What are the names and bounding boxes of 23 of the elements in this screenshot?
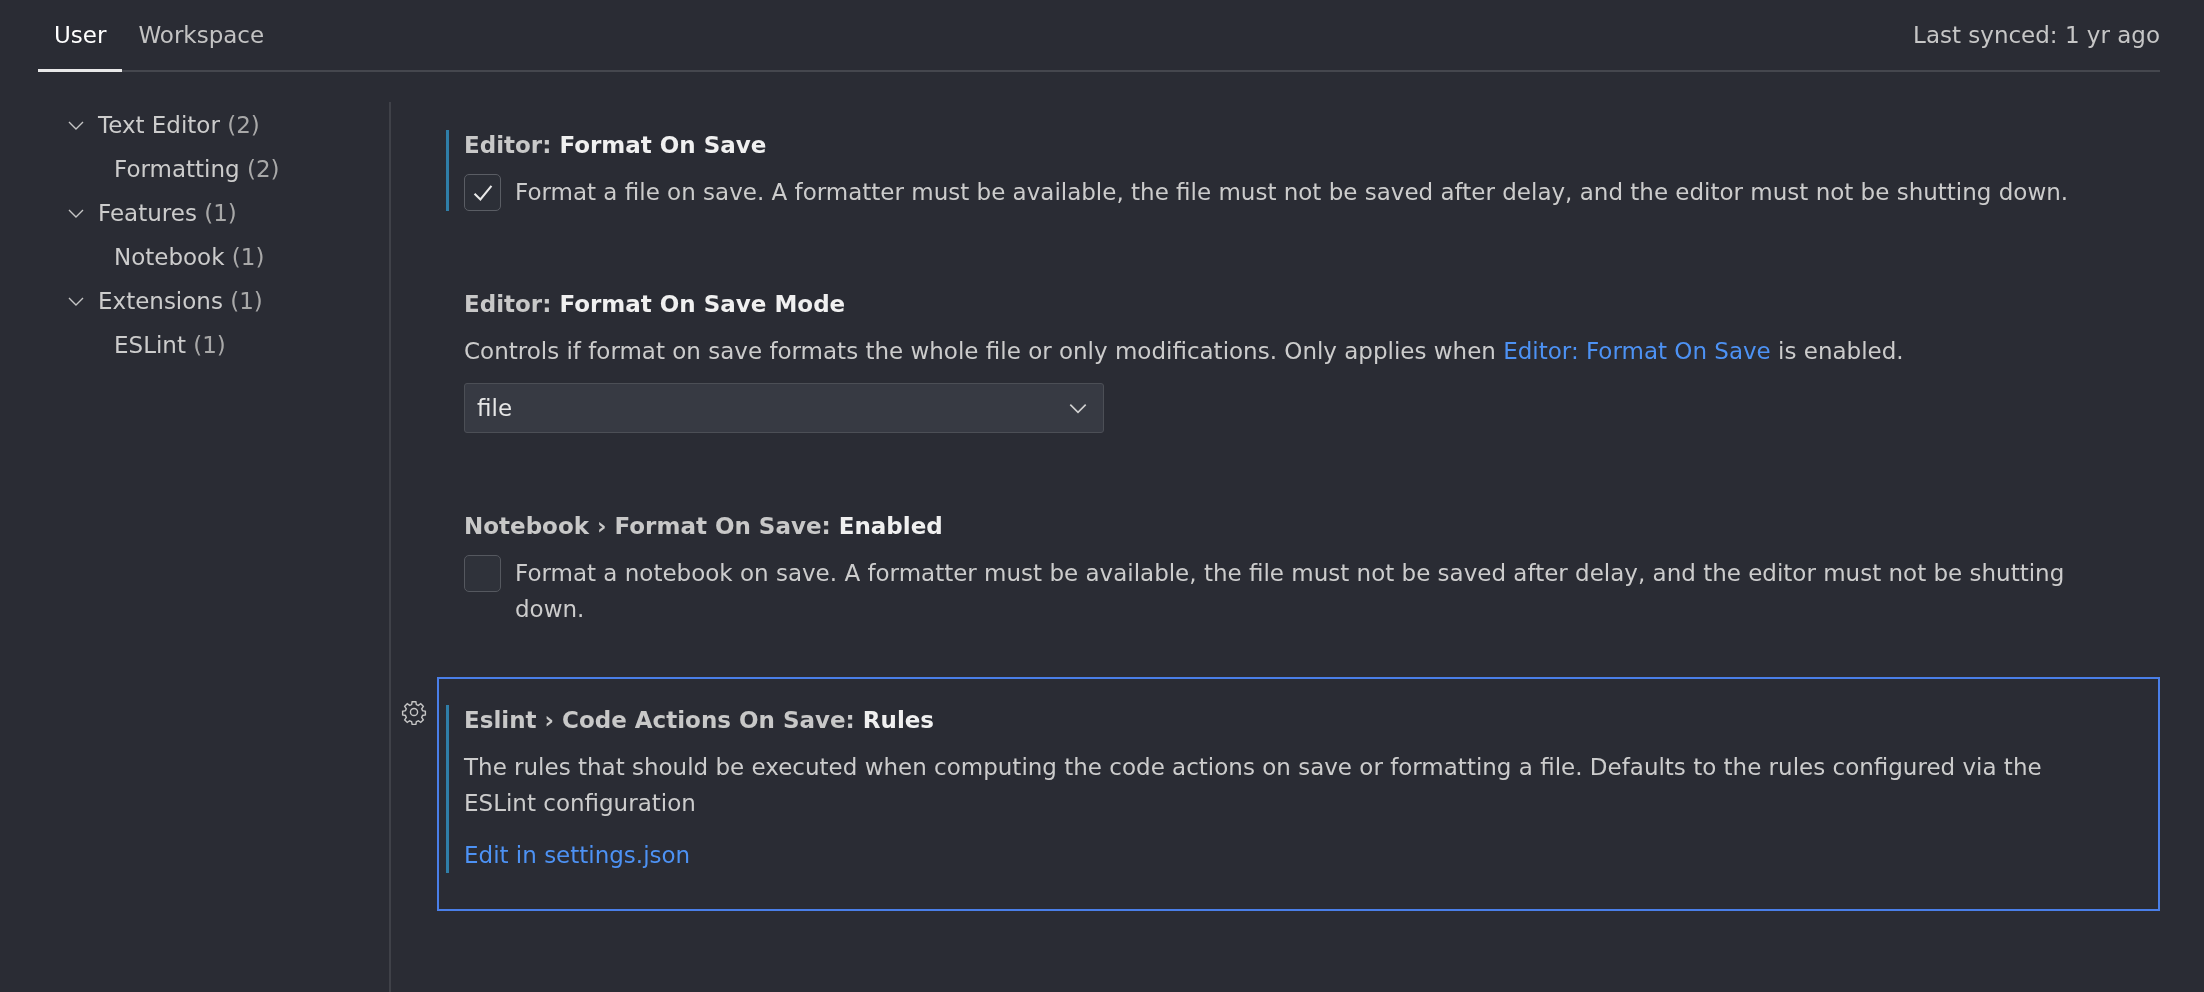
tree-item[interactable]: Features (1) [38,191,389,235]
tree-item[interactable]: Text Editor (2) [38,103,389,147]
tab[interactable]: Workspace [122,0,281,72]
setting-title: Editor: Format On Save [464,131,768,160]
tab[interactable]: User [38,0,123,72]
tree-item[interactable]: Extensions (1) [38,279,389,323]
setting-link[interactable]: Editor: Format On Save [1503,338,1771,364]
setting-title: Notebook › Format On Save: Enabled [464,512,944,541]
dropdown[interactable]: file [464,383,1104,433]
setting-description: The rules that should be executed when computing the code actions on save or formatting a file. Defaults to the rules configured via the ESLint configuration [464,753,2043,818]
checkbox[interactable] [464,174,501,211]
setting-title: Editor: Format On Save Mode [464,290,847,319]
tree-item[interactable]: ESLint (1) [38,323,389,367]
last-synced-text: Last synced: 1 yr ago [1913,22,2160,48]
setting-description: Controls if format on save formats the whole file or only modifications. Only applies when Editor: Format On Save is enabled. [464,337,1905,366]
setting-description: Format a file on save. A formatter must be available, the file must not be saved after delay, and the editor must not be shutting down. [515,178,2069,207]
tree-item[interactable]: Notebook (1) [38,235,389,279]
checkbox[interactable] [464,555,501,592]
setting-description: Format a notebook on save. A formatter must be available, the file must not be saved after delay, and the editor must not be shutting down. [515,559,2066,624]
edit-link[interactable]: Edit in settings.json [464,837,691,873]
tree-item[interactable]: Formatting (2) [38,147,389,191]
gear-icon[interactable] [401,699,427,725]
setting-title: Eslint › Code Actions On Save: Rules [464,706,936,735]
